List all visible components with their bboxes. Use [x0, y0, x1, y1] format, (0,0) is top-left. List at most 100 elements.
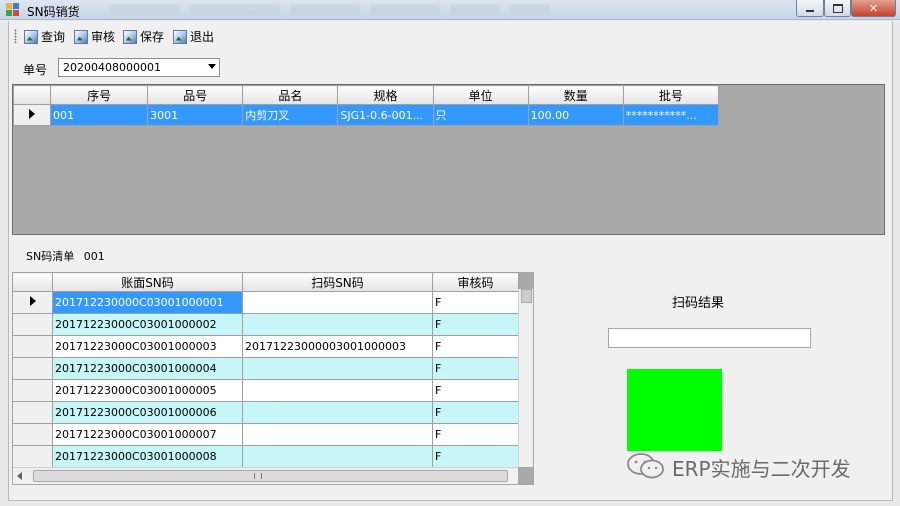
table-cell[interactable]: 20171223000C03001000004 — [52, 357, 243, 380]
column-header[interactable]: 规格 — [337, 85, 434, 105]
table-cell[interactable]: 100.00 — [527, 104, 624, 126]
column-header[interactable]: 数量 — [527, 85, 624, 105]
table-cell[interactable]: F — [432, 445, 519, 468]
table-row[interactable]: 001 3001 内剪刀叉 SJG1-0.6-001... 只 100.00 *… — [12, 104, 720, 126]
table-row[interactable]: 20171223000C03001000005 F — [12, 379, 519, 402]
table-cell[interactable]: 001 — [50, 104, 149, 126]
taskbar-tab-blurred — [290, 4, 360, 16]
table-cell[interactable]: F — [432, 313, 519, 336]
table-row[interactable]: 20171223000C03001000008 F — [12, 445, 519, 468]
table-cell[interactable] — [242, 401, 433, 424]
column-header[interactable]: 单位 — [432, 85, 529, 105]
column-header[interactable]: 批号 — [622, 85, 720, 105]
table-cell[interactable]: 只 — [432, 104, 529, 126]
save-button[interactable]: 保存 — [123, 28, 164, 45]
query-label: 查询 — [41, 30, 66, 44]
save-label: 保存 — [140, 30, 165, 44]
close-button[interactable]: ✕ — [851, 0, 896, 17]
table-row[interactable]: 20171223000C03001000007 F — [12, 423, 519, 446]
scan-input[interactable] — [608, 328, 811, 348]
watermark-text: ERP实施与二次开发 — [672, 457, 851, 481]
row-header-corner — [12, 85, 52, 105]
exit-label: 退出 — [190, 30, 215, 44]
vertical-scrollbar[interactable] — [518, 289, 533, 467]
column-header[interactable]: 品号 — [147, 85, 244, 105]
picture-icon — [74, 29, 88, 44]
scrollbar-thumb[interactable] — [521, 289, 532, 303]
taskbar-tab-blurred — [190, 4, 280, 16]
query-button[interactable]: 查询 — [24, 28, 65, 45]
table-cell[interactable]: 20171223000C03001000007 — [52, 423, 243, 446]
toolbar: 查询 审核 保存 退出 — [10, 26, 880, 46]
row-header[interactable] — [12, 291, 53, 314]
table-cell[interactable] — [242, 357, 433, 380]
table-cell[interactable] — [242, 445, 433, 468]
taskbar-tab-blurred — [370, 4, 440, 16]
maximize-button[interactable] — [824, 0, 851, 17]
table-cell[interactable]: 20171223000C03001000002 — [52, 313, 243, 336]
column-header[interactable]: 账面SN码 — [52, 272, 243, 292]
chevron-down-icon[interactable] — [208, 64, 216, 69]
table-cell[interactable] — [242, 379, 433, 402]
scroll-left-icon[interactable] — [17, 472, 22, 480]
table-cell[interactable]: ***********... — [622, 104, 720, 126]
sn-header-row: 账面SN码 扫码SN码 审核码 — [12, 272, 519, 292]
scrollbar-thumb[interactable] — [33, 470, 508, 482]
table-cell[interactable]: F — [432, 291, 519, 314]
row-header[interactable] — [12, 423, 53, 446]
table-row[interactable]: 20171223000C03001000002 F — [12, 313, 519, 336]
picture-icon — [173, 29, 187, 44]
items-header-row: 序号 品号 品名 规格 单位 数量 批号 — [12, 85, 720, 105]
maximize-icon — [832, 3, 843, 13]
window-title: SN码销货 — [27, 5, 80, 19]
table-cell[interactable]: 201712230000C03001000001 — [52, 291, 243, 314]
minimize-icon — [806, 10, 814, 12]
table-cell[interactable] — [242, 291, 433, 314]
row-header[interactable] — [12, 104, 52, 126]
table-row[interactable]: 20171223000C03001000004 F — [12, 357, 519, 380]
table-row[interactable]: 201712230000C03001000001 F — [12, 291, 519, 314]
table-cell[interactable]: 20171223000003001000003 — [242, 335, 433, 358]
table-row[interactable]: 20171223000C03001000003 2017122300000300… — [12, 335, 519, 358]
table-cell[interactable]: F — [432, 335, 519, 358]
table-cell[interactable]: F — [432, 401, 519, 424]
taskbar-tab-blurred — [110, 4, 180, 16]
table-cell[interactable]: F — [432, 423, 519, 446]
row-header[interactable] — [12, 445, 53, 468]
row-header[interactable] — [12, 313, 53, 336]
table-cell[interactable]: 20171223000C03001000005 — [52, 379, 243, 402]
order-number-select[interactable]: 20200408000001 — [58, 58, 220, 77]
sn-grid[interactable]: 账面SN码 扫码SN码 审核码 201712230000C03001000001… — [12, 272, 534, 485]
taskbar-tab-blurred — [450, 4, 500, 16]
table-cell[interactable]: 20171223000C03001000006 — [52, 401, 243, 424]
table-cell[interactable]: 20171223000C03001000003 — [52, 335, 243, 358]
table-cell[interactable]: 3001 — [147, 104, 244, 126]
items-grid[interactable]: 序号 品号 品名 规格 单位 数量 批号 001 3001 内剪刀叉 SJG1-… — [12, 84, 885, 235]
current-row-icon — [29, 108, 36, 119]
audit-button[interactable]: 审核 — [74, 28, 115, 45]
minimize-button[interactable] — [796, 0, 824, 17]
order-number-label: 单号 — [23, 63, 48, 77]
row-header[interactable] — [12, 379, 53, 402]
table-cell[interactable] — [242, 423, 433, 446]
table-cell[interactable]: 20171223000C03001000008 — [52, 445, 243, 468]
table-cell[interactable]: 内剪刀叉 — [242, 104, 339, 126]
column-header[interactable]: 审核码 — [432, 272, 519, 292]
app-icon — [6, 3, 20, 17]
table-cell[interactable] — [242, 313, 433, 336]
column-header[interactable]: 品名 — [242, 85, 339, 105]
picture-icon — [123, 29, 137, 44]
table-cell[interactable]: F — [432, 357, 519, 380]
column-header[interactable]: 扫码SN码 — [242, 272, 433, 292]
row-header[interactable] — [12, 401, 53, 424]
row-header[interactable] — [12, 335, 53, 358]
row-header[interactable] — [12, 357, 53, 380]
exit-button[interactable]: 退出 — [173, 28, 214, 45]
table-row[interactable]: 20171223000C03001000006 F — [12, 401, 519, 424]
column-header[interactable]: 序号 — [50, 85, 149, 105]
toolbar-grip[interactable] — [14, 29, 17, 43]
horizontal-scrollbar[interactable] — [13, 467, 518, 484]
table-cell[interactable]: SJG1-0.6-001... — [337, 104, 434, 126]
order-number-value: 20200408000001 — [63, 61, 161, 74]
table-cell[interactable]: F — [432, 379, 519, 402]
